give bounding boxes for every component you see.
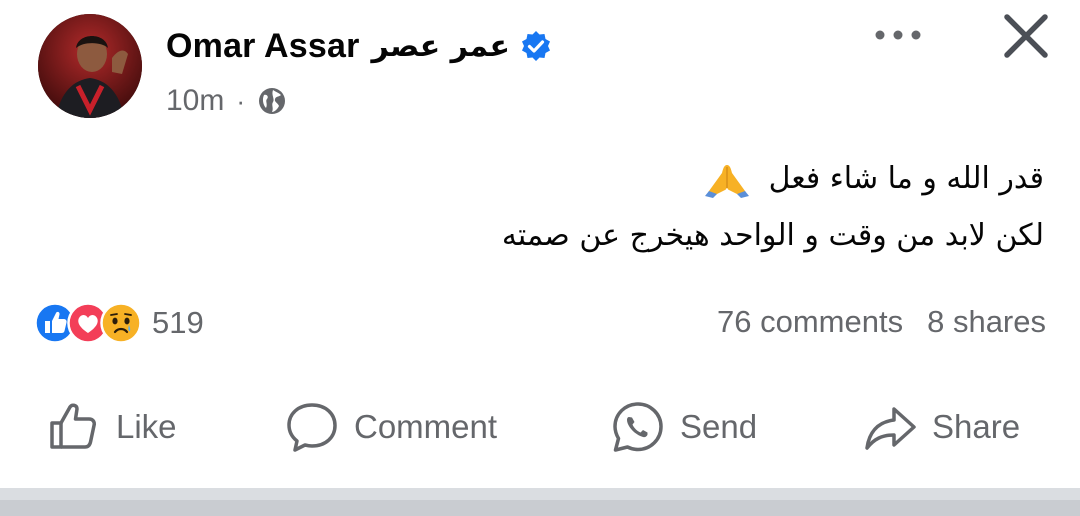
author-name-arabic[interactable]: عمر عصر [372, 29, 510, 64]
post-time[interactable]: 10m [166, 84, 224, 118]
shares-count-link[interactable]: 8 shares [927, 304, 1046, 340]
sad-reaction-icon [100, 302, 142, 344]
post-meta: 10m · [166, 84, 287, 118]
more-options-button[interactable] [868, 18, 928, 52]
whatsapp-icon [613, 402, 663, 452]
action-bar: Like Comment Send Share [0, 394, 1080, 460]
meta-separator: · [236, 85, 246, 116]
like-button[interactable]: Like [46, 394, 177, 460]
author-row: Omar Assar عمر عصر [166, 22, 552, 70]
author-avatar[interactable] [38, 14, 142, 118]
reactions-summary[interactable]: 519 [34, 302, 204, 344]
close-icon [1004, 14, 1048, 58]
share-button[interactable]: Share [862, 394, 1020, 460]
comment-button[interactable]: Comment [284, 394, 497, 460]
post-text: قدر الله و ما شاء فعل لكن لابد من وقت و … [244, 150, 1044, 264]
thumbs-up-icon [50, 403, 96, 449]
post-line-1-text: قدر الله و ما شاء فعل [768, 161, 1044, 196]
post-stats: 76 comments 8 shares [717, 304, 1046, 340]
author-name-latin[interactable]: Omar Assar [166, 27, 360, 66]
comment-bubble-icon [287, 403, 337, 452]
globe-icon [257, 86, 287, 116]
close-button[interactable] [998, 8, 1054, 64]
send-button[interactable]: Send [610, 394, 757, 460]
post-line-2: لكن لابد من وقت و الواحد هيخرج عن صمته [501, 218, 1044, 253]
feed-divider [0, 488, 1080, 516]
verified-badge-icon [520, 30, 552, 62]
folded-hands-emoji-icon [703, 161, 751, 199]
share-button-label: Share [932, 408, 1021, 445]
reaction-count: 519 [152, 305, 204, 340]
share-arrow-icon [865, 407, 916, 450]
post-line-1: قدر الله و ما شاء فعل [244, 150, 1044, 207]
comments-count-link[interactable]: 76 comments [717, 304, 903, 340]
send-button-label: Send [680, 408, 758, 445]
like-button-label: Like [116, 408, 177, 445]
more-dots-icon [875, 30, 921, 40]
comment-button-label: Comment [354, 408, 498, 445]
